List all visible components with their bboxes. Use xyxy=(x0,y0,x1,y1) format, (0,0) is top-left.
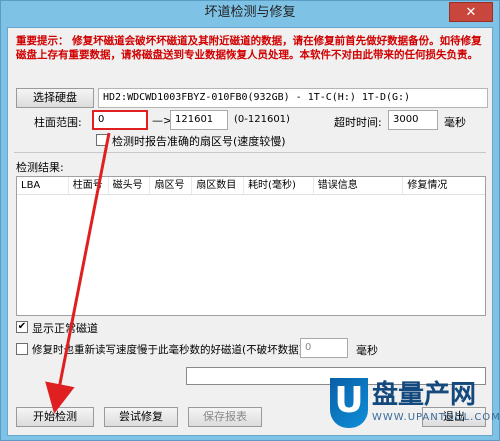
annotation-arrow-icon xyxy=(45,132,111,414)
repair-dialog: 坏道检测与修复 ✕ 重要提示： 修复坏磁道会破坏坏磁道及其附近磁道的数据，请在修… xyxy=(0,0,500,441)
